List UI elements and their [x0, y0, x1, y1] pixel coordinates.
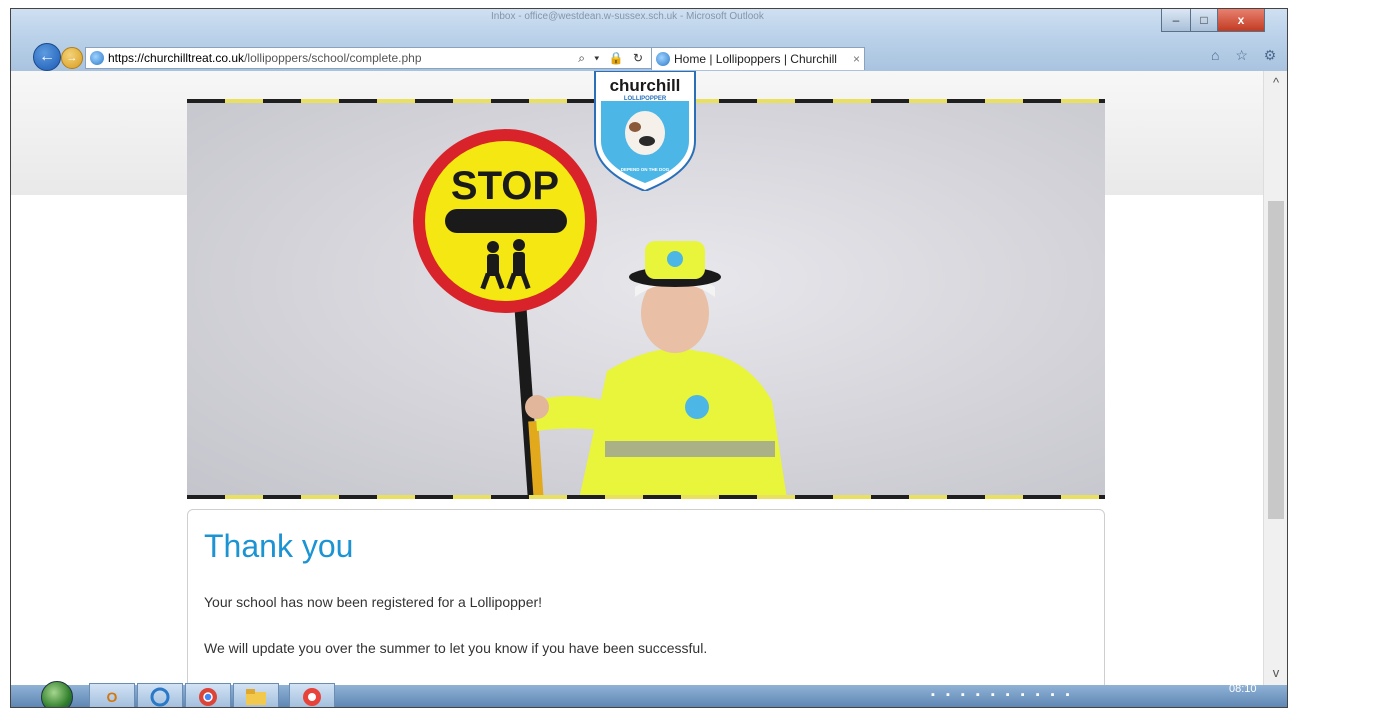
update-message: We will update you over the summer to le… — [204, 640, 708, 656]
scroll-up-icon[interactable]: ^ — [1264, 73, 1287, 93]
tab-label: Home | Lollipoppers | Churchill — [674, 52, 837, 66]
address-tools-icons[interactable]: ⌕ ▾ 🔒 ↻ — [578, 51, 652, 66]
close-button[interactable]: x — [1217, 9, 1265, 32]
taskbar-clock[interactable]: 08:10 — [1229, 683, 1257, 695]
address-bar[interactable]: https://churchilltreat.co.uk/lollipopper… — [85, 47, 653, 69]
home-favorites-settings-icons[interactable]: ⌂ ☆ ⚙ — [1211, 47, 1282, 64]
tab-favicon-icon — [656, 52, 670, 66]
tab-home-lollipoppers[interactable]: Home | Lollipoppers | Churchill × — [651, 47, 865, 70]
maximize-button[interactable]: □ — [1190, 9, 1218, 32]
logo-subtitle-text: LOLLIPOPPER — [624, 96, 667, 102]
forward-arrow-icon: → — [66, 52, 78, 64]
scroll-thumb[interactable] — [1268, 201, 1284, 519]
hazard-stripe-bottom — [187, 495, 1105, 499]
page-title: Thank you — [204, 528, 354, 564]
stop-sign-text: STOP — [451, 164, 559, 208]
logo-tagline-text: DEPEND ON THE DOG — [621, 167, 670, 172]
taskbar-file-explorer-icon[interactable] — [233, 683, 279, 707]
background-window-title: Inbox - office@westdean.w-sussex.sch.uk … — [491, 11, 764, 22]
vertical-scrollbar[interactable]: ^ v — [1263, 71, 1287, 685]
taskbar-outlook-icon[interactable]: O — [89, 683, 135, 707]
taskbar-chrome-icon[interactable] — [185, 683, 231, 707]
browser-chrome: Inbox - office@westdean.w-sussex.sch.uk … — [11, 9, 1287, 71]
scroll-down-icon[interactable]: v — [1264, 663, 1287, 683]
screen: Inbox - office@westdean.w-sussex.sch.uk … — [10, 8, 1288, 708]
system-tray-icons[interactable]: ▪ ▪ ▪ ▪ ▪ ▪ ▪ ▪ ▪ ▪ — [931, 689, 1074, 701]
back-arrow-icon: ← — [39, 48, 55, 65]
address-url[interactable]: https://churchilltreat.co.uk/lollipopper… — [108, 51, 578, 65]
logo-brand-text: churchill — [610, 76, 681, 95]
confirmation-card: Thank you Your school has now been regis… — [187, 509, 1105, 685]
page-viewport: STOP churchill LOLLIPOPPER DEPEND ON THE… — [11, 71, 1263, 685]
start-button-icon[interactable] — [41, 681, 73, 707]
minimize-button[interactable]: – — [1161, 9, 1191, 32]
forward-button[interactable]: → — [61, 47, 83, 69]
taskbar-internet-explorer-icon[interactable] — [137, 683, 183, 707]
ie-favicon-icon — [90, 51, 104, 65]
churchill-lollipopper-logo[interactable]: churchill LOLLIPOPPER DEPEND ON THE DOG — [589, 71, 701, 191]
windows-taskbar: O ▪ ▪ ▪ ▪ ▪ ▪ ▪ ▪ ▪ ▪ 08:10 — [11, 681, 1287, 707]
tab-close-icon[interactable]: × — [849, 52, 864, 66]
taskbar-itunes-icon[interactable] — [289, 683, 335, 707]
registration-message: Your school has now been registered for … — [204, 594, 543, 610]
back-button[interactable]: ← — [33, 43, 61, 71]
